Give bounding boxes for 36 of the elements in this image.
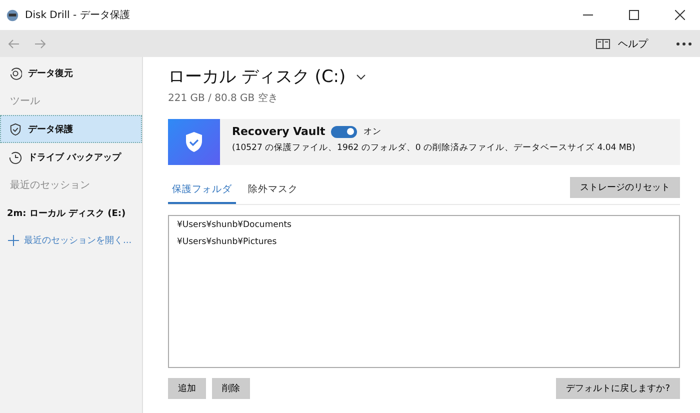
plus-icon <box>8 234 19 246</box>
maximize-icon <box>629 10 639 20</box>
section-header: ツール <box>9 95 41 109</box>
restore-defaults-button[interactable]: デフォルトに戻しますか? <box>556 378 680 399</box>
add-button[interactable]: 追加 <box>168 378 206 399</box>
more-icon <box>676 42 692 46</box>
help-button[interactable]: ヘルプ <box>596 36 648 50</box>
book-icon <box>596 38 610 48</box>
tab[interactable]: 除外マスク <box>244 179 302 204</box>
shield-icon <box>9 122 22 136</box>
toggle-label: オン <box>363 126 382 138</box>
disk-space-text: 221 GB / 80.8 GB 空き <box>168 92 279 105</box>
vault-details: (10527 の保護ファイル、1962 のフォルダ、0 の削除済みファイル、データベースサイズ 4.04 MB) <box>232 142 636 154</box>
shield-check-icon <box>185 132 203 152</box>
vault-toggle[interactable] <box>331 126 358 138</box>
close-icon <box>675 10 685 20</box>
disk-title: ローカル ディスク (C:) <box>168 66 346 88</box>
chevron-down-icon <box>356 74 366 80</box>
vault-name: Recovery Vault <box>232 125 326 138</box>
clock-icon <box>9 150 22 164</box>
forward-arrow-icon <box>34 38 46 50</box>
section-header: 最近のセッション <box>9 178 91 193</box>
folder-item[interactable]: ¥Users¥shunb¥Documents <box>177 220 671 233</box>
back-arrow-icon <box>8 38 20 50</box>
session-item[interactable]: 2m: ローカル ディスク (E:) <box>0 199 142 227</box>
tab[interactable]: 保護フォルダ <box>168 179 236 204</box>
app-icon <box>6 8 19 22</box>
open-session-link[interactable]: 最近のセッションを開く... <box>0 227 142 253</box>
sidebar-item[interactable]: データ復元 <box>0 59 142 87</box>
sidebar-item[interactable]: ドライブ バックアップ <box>0 143 142 171</box>
folder-item[interactable]: ¥Users¥shunb¥Pictures <box>177 237 671 250</box>
remove-button[interactable]: 削除 <box>212 378 250 399</box>
window-title: Disk Drill - データ保護 <box>25 8 131 22</box>
reset-storage-button[interactable]: ストレージのリセット <box>570 177 680 198</box>
restore-icon <box>9 66 22 80</box>
sidebar-item[interactable]: データ保護 <box>0 115 142 143</box>
